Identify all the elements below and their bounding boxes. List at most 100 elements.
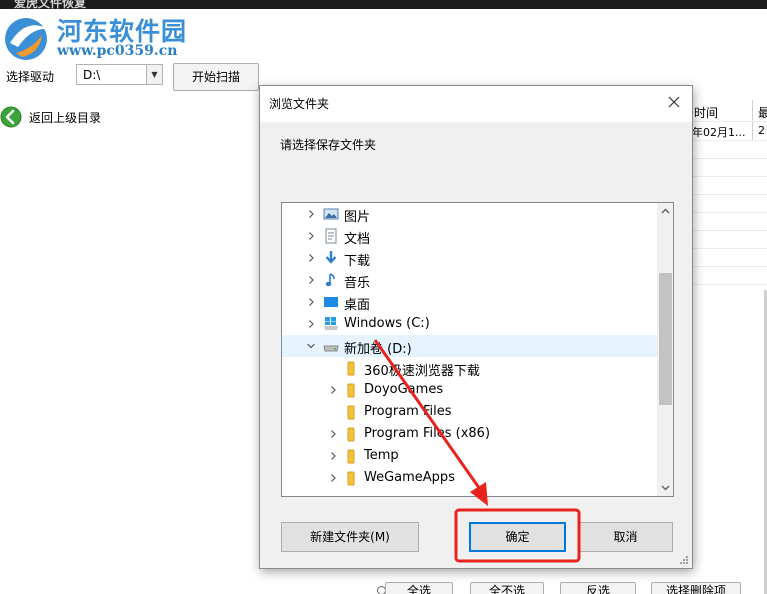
tree-item-label: WeGameApps bbox=[364, 470, 455, 485]
downloads-folder-icon bbox=[325, 251, 337, 264]
list-cell-extra: 2 bbox=[758, 124, 765, 137]
tree-item-label: DoyoGames bbox=[364, 382, 444, 397]
browse-folder-dialog: 浏览文件夹 请选择保存文件夹 图片文档下载音乐桌面 Windows (C:) 新加卷… bbox=[259, 85, 693, 569]
chevron-right-icon[interactable] bbox=[328, 385, 338, 395]
tree-item[interactable]: Program Files (x86) bbox=[282, 423, 657, 445]
drive-select[interactable]: D:\ ▼ bbox=[76, 64, 163, 85]
dialog-close-button[interactable] bbox=[659, 89, 689, 115]
drive-icon bbox=[323, 345, 339, 352]
tree-item-label: 新加卷 (D:) bbox=[344, 342, 412, 357]
grid-line bbox=[690, 284, 767, 285]
app-titlebar: 爱虎文件恢复 bbox=[0, 0, 767, 9]
tree-item[interactable]: 文档 bbox=[282, 225, 657, 247]
ok-button[interactable]: 确定 bbox=[469, 522, 566, 552]
start-scan-button[interactable]: 开始扫描 bbox=[173, 63, 259, 91]
tree-scrollbar[interactable] bbox=[657, 203, 673, 496]
watermark-logo: 河东软件园 www.pc0359.cn bbox=[0, 9, 260, 65]
grid-line bbox=[690, 248, 767, 249]
tree-item-label: 图片 bbox=[344, 210, 371, 225]
scroll-thumb[interactable] bbox=[659, 273, 672, 405]
folder-icon bbox=[347, 471, 355, 486]
chevron-right-icon[interactable] bbox=[306, 275, 316, 285]
tree-item[interactable]: Windows (C:) bbox=[282, 313, 657, 335]
folder-icon bbox=[347, 427, 355, 442]
cancel-button[interactable]: 取消 bbox=[578, 522, 673, 552]
tree-item[interactable]: 360极速浏览器下载 bbox=[282, 357, 657, 379]
tree-item-label: Program Files bbox=[364, 404, 452, 419]
tree-item[interactable]: Program Files bbox=[282, 401, 657, 423]
folder-icon bbox=[347, 449, 355, 464]
tree-item-label: 文档 bbox=[344, 232, 371, 247]
folder-tree-panel: 返回上级目录 bbox=[0, 100, 258, 594]
drive-label: 选择驱动 bbox=[6, 70, 55, 84]
logo-icon bbox=[5, 18, 48, 60]
folder-tree[interactable]: 图片文档下载音乐桌面 Windows (C:) 新加卷 (D:) 360极速浏览器下载… bbox=[281, 202, 674, 497]
grid-line bbox=[690, 121, 767, 122]
logo-url: www.pc0359.cn bbox=[57, 43, 178, 59]
pictures-folder-icon bbox=[323, 208, 339, 220]
grid-line bbox=[690, 230, 767, 231]
tree-item[interactable]: 音乐 bbox=[282, 269, 657, 291]
tree-item[interactable]: WeGameApps bbox=[282, 467, 657, 489]
chevron-down-icon[interactable] bbox=[306, 341, 316, 351]
drive-select-value: D:\ bbox=[83, 68, 101, 82]
folder-icon bbox=[347, 383, 355, 398]
back-label: 返回上级目录 bbox=[29, 111, 102, 125]
chevron-right-icon[interactable] bbox=[328, 429, 338, 439]
grid-line bbox=[690, 140, 767, 141]
chevron-right-icon[interactable] bbox=[328, 473, 338, 483]
tree-item[interactable]: Temp bbox=[282, 445, 657, 467]
folder-icon bbox=[347, 361, 355, 376]
tree-item[interactable]: DoyoGames bbox=[282, 379, 657, 401]
tree-item[interactable]: 桌面 bbox=[282, 291, 657, 313]
grid-line bbox=[690, 194, 767, 195]
tree-item-label: 桌面 bbox=[344, 298, 371, 313]
new-folder-button[interactable]: 新建文件夹(M) bbox=[281, 522, 419, 552]
tree-item[interactable]: 新加卷 (D:) bbox=[282, 335, 657, 357]
dialog-header: 浏览文件夹 bbox=[260, 86, 692, 122]
chevron-right-icon[interactable] bbox=[306, 319, 316, 329]
chevron-right-icon[interactable] bbox=[306, 253, 316, 263]
grid-line bbox=[690, 158, 767, 159]
invert-selection-button[interactable]: 反选 bbox=[560, 582, 636, 594]
back-arrow-icon bbox=[0, 106, 22, 128]
tree-item[interactable]: 图片 bbox=[282, 203, 657, 225]
dialog-title: 浏览文件夹 bbox=[269, 97, 330, 111]
tree-item-label: 360极速浏览器下载 bbox=[364, 364, 480, 379]
app-title: 爱虎文件恢复 bbox=[14, 0, 87, 9]
close-icon bbox=[668, 96, 680, 108]
grid-line bbox=[690, 212, 767, 213]
column-divider bbox=[752, 100, 753, 140]
grid-line bbox=[690, 176, 767, 177]
tree-item-label: 音乐 bbox=[344, 276, 371, 291]
scroll-up-button[interactable] bbox=[657, 203, 673, 220]
list-cell-time: 年02月1... bbox=[692, 126, 746, 139]
chevron-up-icon bbox=[661, 208, 670, 214]
file-list: 时间 最 年02月1... 2 bbox=[690, 100, 767, 594]
resize-grip-icon[interactable] bbox=[679, 555, 689, 565]
tree-item-label: Temp bbox=[364, 448, 399, 463]
chevron-right-icon[interactable] bbox=[306, 209, 316, 219]
grid-line bbox=[690, 266, 767, 267]
folder-icon bbox=[347, 405, 355, 420]
tree-item-label: Windows (C:) bbox=[344, 316, 430, 331]
select-none-button[interactable]: 全不选 bbox=[470, 582, 544, 594]
delete-selected-button[interactable]: 选择删除项 bbox=[651, 582, 741, 594]
chevron-right-icon[interactable] bbox=[328, 451, 338, 461]
select-all-button[interactable]: 全选 bbox=[385, 582, 453, 594]
windows-drive-icon bbox=[324, 317, 338, 330]
scroll-down-button[interactable] bbox=[657, 479, 673, 496]
column-header-time[interactable]: 时间 bbox=[694, 104, 718, 121]
tree-item-label: Program Files (x86) bbox=[364, 426, 491, 441]
documents-folder-icon bbox=[325, 228, 337, 244]
chevron-down-icon bbox=[661, 485, 670, 491]
column-header-extra[interactable]: 最 bbox=[758, 104, 767, 121]
chevron-right-icon[interactable] bbox=[306, 297, 316, 307]
chevron-down-icon[interactable]: ▼ bbox=[146, 65, 162, 84]
desktop-folder-icon bbox=[324, 297, 338, 307]
chevron-right-icon[interactable] bbox=[306, 231, 316, 241]
tree-item-label: 下载 bbox=[344, 254, 371, 269]
dialog-instruction: 请选择保存文件夹 bbox=[280, 138, 377, 152]
music-folder-icon bbox=[325, 273, 335, 287]
tree-item[interactable]: 下载 bbox=[282, 247, 657, 269]
